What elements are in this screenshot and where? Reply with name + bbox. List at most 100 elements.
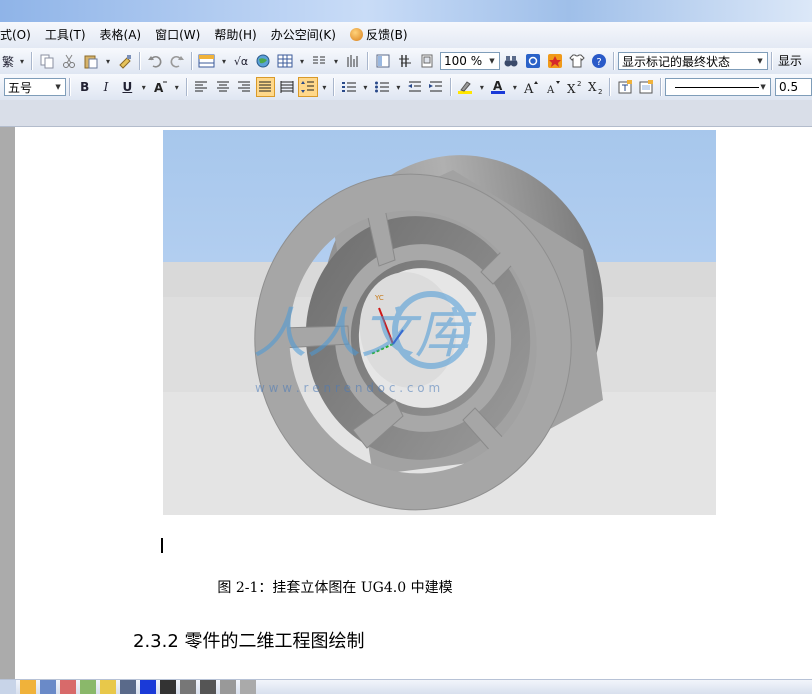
- arrow-style-icon[interactable]: [200, 680, 216, 694]
- insert-table-icon[interactable]: [197, 51, 217, 71]
- underline-dropdown-icon[interactable]: ▾: [139, 77, 149, 97]
- numbering-icon[interactable]: [339, 77, 358, 97]
- dash-style-icon[interactable]: [180, 680, 196, 694]
- superscript-icon[interactable]: X2: [564, 77, 583, 97]
- menu-format[interactable]: 式(O): [0, 24, 38, 46]
- shadow-style-icon[interactable]: [220, 680, 236, 694]
- clipart-icon[interactable]: [60, 680, 76, 694]
- markup-dropdown-icon[interactable]: ▼: [754, 54, 766, 68]
- toolbar-separator: [367, 52, 369, 70]
- align-left-icon[interactable]: [192, 77, 211, 97]
- table-grid-icon[interactable]: [275, 51, 295, 71]
- bottom-font-color-icon[interactable]: [140, 680, 156, 694]
- border-line-style-select[interactable]: ▼: [664, 78, 772, 96]
- align-right-icon[interactable]: [234, 77, 253, 97]
- format-painter-icon[interactable]: [115, 51, 135, 71]
- bullets-icon[interactable]: [372, 77, 391, 97]
- character-scale-icon[interactable]: A: [151, 77, 170, 97]
- markup-display-select[interactable]: 显示标记的最终状态 ▼: [618, 52, 768, 70]
- ruler-bar: [0, 100, 812, 127]
- menu-office-space[interactable]: 办公空间(K): [264, 24, 343, 46]
- justify-icon[interactable]: [255, 77, 275, 97]
- frame-icon[interactable]: [636, 77, 655, 97]
- highlight-dropdown-icon[interactable]: ▾: [477, 77, 487, 97]
- undo-icon[interactable]: [145, 51, 165, 71]
- line-style-preview: [674, 86, 759, 88]
- svg-text:2: 2: [577, 80, 581, 88]
- line-weight-value: 0.5: [779, 80, 799, 94]
- formula-icon[interactable]: √α: [231, 51, 251, 71]
- copy-icon[interactable]: [37, 51, 57, 71]
- toolbar-separator: [333, 78, 336, 96]
- text-box-icon[interactable]: [615, 77, 634, 97]
- insert-table-dropdown-icon[interactable]: ▾: [219, 51, 229, 71]
- numbering-dropdown-icon[interactable]: ▾: [361, 77, 371, 97]
- globe-icon[interactable]: [253, 51, 273, 71]
- columns-icon[interactable]: [309, 51, 329, 71]
- insert-picture-icon[interactable]: [80, 680, 96, 694]
- bold-button[interactable]: B: [75, 77, 94, 97]
- distribute-icon[interactable]: [277, 77, 296, 97]
- menu-tools[interactable]: 工具(T): [38, 24, 93, 46]
- columns-dropdown-icon[interactable]: ▾: [331, 51, 341, 71]
- decrease-indent-icon[interactable]: [405, 77, 424, 97]
- wordart-icon[interactable]: [40, 680, 56, 694]
- increase-indent-icon[interactable]: [426, 77, 445, 97]
- feedback-icon: [349, 28, 363, 41]
- font-size-select[interactable]: 五号 ▼: [4, 78, 67, 96]
- svg-text:YC: YC: [374, 294, 384, 302]
- line-spacing-dropdown-icon[interactable]: ▾: [320, 77, 330, 97]
- show-hide-marks-icon[interactable]: [395, 51, 415, 71]
- fill-color-icon[interactable]: [100, 680, 116, 694]
- zoom-dropdown-icon[interactable]: ▼: [486, 54, 498, 68]
- line-color-icon[interactable]: [120, 680, 136, 694]
- line-style-dropdown-icon[interactable]: ▼: [757, 80, 769, 94]
- menu-table[interactable]: 表格(A): [93, 24, 149, 46]
- shirt-icon[interactable]: [567, 51, 587, 71]
- traditional-chinese-button[interactable]: 繁: [1, 51, 15, 71]
- text-cursor: [161, 538, 163, 553]
- menu-window[interactable]: 窗口(W): [148, 24, 207, 46]
- paste-icon[interactable]: [81, 51, 101, 71]
- menu-help[interactable]: 帮助(H): [207, 24, 263, 46]
- toolbar-separator: [31, 52, 33, 70]
- zoom-select[interactable]: 100 % ▼: [440, 52, 500, 70]
- research-icon[interactable]: [523, 51, 543, 71]
- document-page[interactable]: YC 人人文库 w w w . r e n r e n d o c . c o …: [15, 127, 812, 679]
- font-color-icon[interactable]: A: [489, 77, 508, 97]
- document-map-icon[interactable]: [373, 51, 393, 71]
- 3d-style-icon[interactable]: [240, 680, 256, 694]
- bullets-dropdown-icon[interactable]: ▾: [394, 77, 404, 97]
- autoshapes-icon[interactable]: [20, 680, 36, 694]
- border-line-weight-select[interactable]: 0.5: [775, 78, 812, 96]
- grow-font-icon[interactable]: A: [522, 77, 541, 97]
- italic-button[interactable]: I: [96, 77, 115, 97]
- subscript-icon[interactable]: X2: [586, 77, 605, 97]
- cut-icon[interactable]: [59, 51, 79, 71]
- redo-icon[interactable]: [167, 51, 187, 71]
- menu-feedback[interactable]: 反馈(B): [343, 24, 415, 46]
- help-icon[interactable]: ?: [589, 51, 609, 71]
- align-center-icon[interactable]: [213, 77, 232, 97]
- drawing-chart-icon[interactable]: [343, 51, 363, 71]
- paste-dropdown-icon[interactable]: ▾: [103, 51, 113, 71]
- show-menu-button[interactable]: 显示: [776, 50, 802, 72]
- read-mode-icon[interactable]: [417, 51, 437, 71]
- highlight-icon[interactable]: [456, 77, 475, 97]
- binoculars-icon[interactable]: [501, 51, 521, 71]
- line-style-icon[interactable]: [160, 680, 176, 694]
- traditional-chinese-dropdown-icon[interactable]: ▾: [17, 51, 27, 71]
- table-grid-dropdown-icon[interactable]: ▾: [297, 51, 307, 71]
- select-objects-icon[interactable]: [0, 680, 16, 694]
- underline-button[interactable]: U: [118, 77, 137, 97]
- shrink-font-icon[interactable]: A: [543, 77, 562, 97]
- line-spacing-icon[interactable]: [298, 77, 318, 97]
- document-area: YC 人人文库 w w w . r e n r e n d o c . c o …: [0, 127, 812, 679]
- font-size-dropdown-icon[interactable]: ▼: [52, 80, 64, 94]
- office-space-icon[interactable]: [545, 51, 565, 71]
- menu-bar: 式(O) 工具(T) 表格(A) 窗口(W) 帮助(H) 办公空间(K) 反馈(…: [0, 22, 812, 49]
- font-color-dropdown-icon[interactable]: ▾: [510, 77, 520, 97]
- zoom-value: 100 %: [444, 54, 483, 68]
- character-scale-dropdown-icon[interactable]: ▾: [172, 77, 182, 97]
- toolbar-separator: [139, 52, 141, 70]
